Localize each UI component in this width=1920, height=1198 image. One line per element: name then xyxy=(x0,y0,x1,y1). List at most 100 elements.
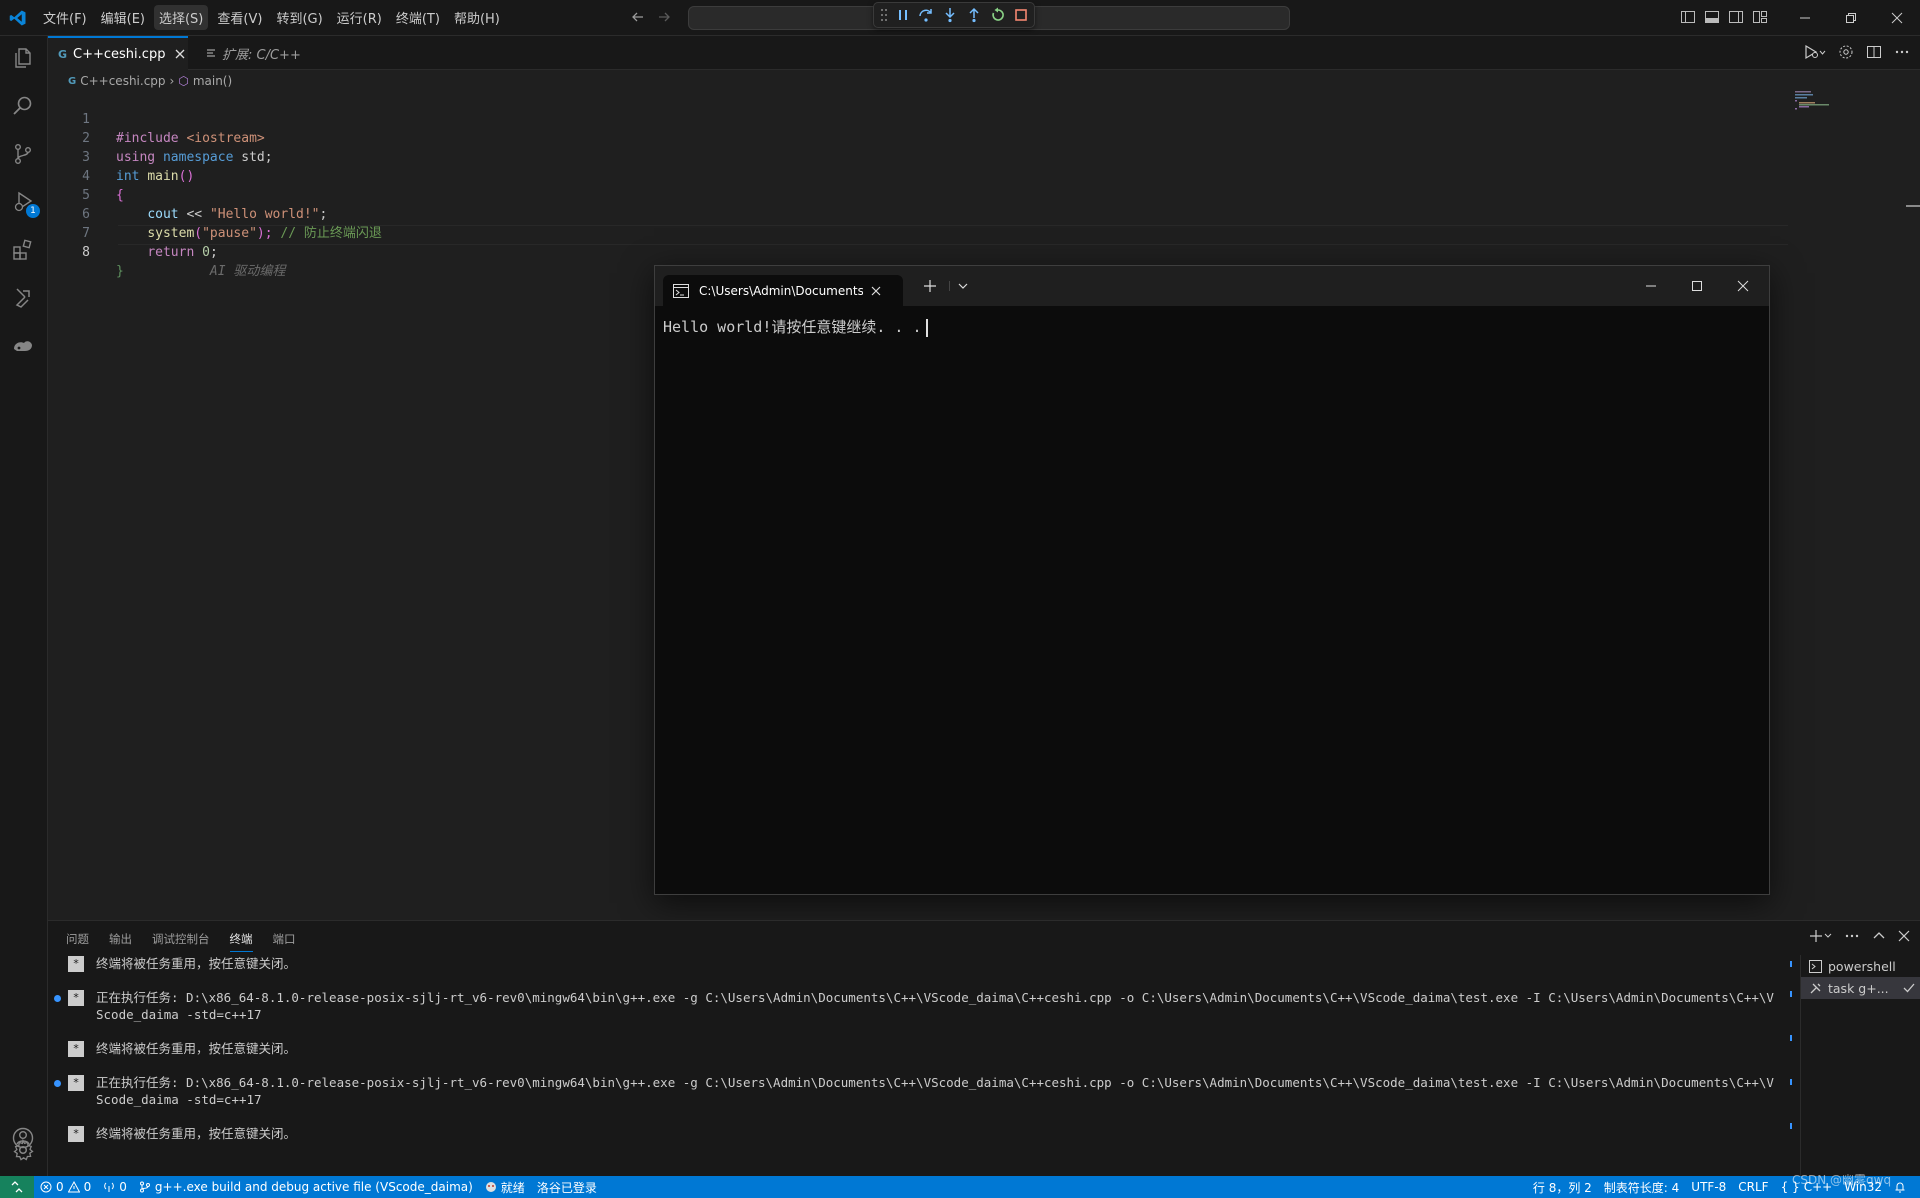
terminal-list-item-powershell[interactable]: powershell xyxy=(1801,955,1920,977)
menu-file[interactable]: 文件(F) xyxy=(38,5,92,30)
problems-status[interactable]: 0 0 xyxy=(34,1180,97,1194)
cursor-position[interactable]: 行 8，列 2 xyxy=(1527,1179,1598,1196)
customize-layout-icon[interactable] xyxy=(1752,9,1768,25)
notifications-bell-icon[interactable] xyxy=(1888,1181,1912,1193)
encoding[interactable]: UTF-8 xyxy=(1685,1180,1732,1194)
back-arrow-icon[interactable] xyxy=(630,9,646,25)
minimize-icon[interactable] xyxy=(1782,0,1828,35)
more-actions-icon[interactable] xyxy=(1894,44,1910,60)
activity-bar: 1 xyxy=(0,36,48,1176)
menu-help[interactable]: 帮助(H) xyxy=(449,5,505,30)
terminal-tab[interactable]: C:\Users\Admin\Documents\C xyxy=(663,275,903,306)
menu-run[interactable]: 运行(R) xyxy=(332,5,387,30)
toggle-secondary-sidebar-icon[interactable] xyxy=(1728,9,1744,25)
manage-gear-icon[interactable] xyxy=(11,1138,35,1162)
menu-bar: 文件(F) 编辑(E) 选择(S) 查看(V) 转到(G) 运行(R) 终端(T… xyxy=(38,0,509,35)
close-panel-icon[interactable] xyxy=(1898,930,1910,942)
step-over-icon[interactable] xyxy=(918,7,934,23)
tab-terminal[interactable]: 终端 xyxy=(229,931,253,952)
pause-icon[interactable] xyxy=(896,8,910,22)
tab-output[interactable]: 输出 xyxy=(109,931,132,952)
end-of-line[interactable]: CRLF xyxy=(1732,1180,1774,1194)
terminal-line-text: 终端将被任务重用，按任意键关闭。 xyxy=(96,956,297,971)
menu-go[interactable]: 转到(G) xyxy=(271,5,327,30)
code-line: 8 } AI 驱动编程 xyxy=(48,224,1788,279)
minimap[interactable] xyxy=(1793,90,1913,110)
tab-debug-console[interactable]: 调试控制台 xyxy=(152,931,210,952)
restart-icon[interactable] xyxy=(990,7,1006,23)
split-editor-icon[interactable] xyxy=(1866,44,1882,60)
debug-badge: 1 xyxy=(26,204,40,218)
remote-explorer-icon[interactable] xyxy=(11,334,35,358)
drag-handle-icon[interactable] xyxy=(880,8,888,22)
step-out-icon[interactable] xyxy=(966,7,982,23)
maximize-icon[interactable] xyxy=(1691,280,1703,292)
external-terminal-window: C:\Users\Admin\Documents\C Hello world!请… xyxy=(654,265,1770,895)
ports-status[interactable]: 0 xyxy=(97,1180,133,1194)
breadcrumb-symbol[interactable]: main() xyxy=(193,74,232,88)
text-cursor xyxy=(925,318,928,337)
close-tab-icon[interactable] xyxy=(175,49,185,59)
indentation[interactable]: 制表符长度: 4 xyxy=(1598,1179,1686,1196)
toggle-primary-sidebar-icon[interactable] xyxy=(1680,9,1696,25)
menu-view[interactable]: 查看(V) xyxy=(212,5,267,30)
cpp-file-icon: G xyxy=(68,75,77,87)
vscode-logo-icon xyxy=(9,9,27,27)
extensions-icon[interactable] xyxy=(11,238,35,262)
gear-icon[interactable] xyxy=(1838,44,1854,60)
tab-problems[interactable]: 问题 xyxy=(66,931,89,952)
tools-icon xyxy=(1809,982,1822,995)
code-token: 0 xyxy=(202,245,210,260)
error-count: 0 xyxy=(56,1180,64,1194)
toggle-panel-icon[interactable] xyxy=(1704,9,1720,25)
breadcrumb-file[interactable]: C++ceshi.cpp xyxy=(80,74,165,88)
step-into-icon[interactable] xyxy=(942,7,958,23)
navigation-arrows xyxy=(630,9,672,25)
search-icon[interactable] xyxy=(11,94,35,118)
close-tab-icon[interactable] xyxy=(871,286,881,296)
breadcrumb: G C++ceshi.cpp › ⬡ main() xyxy=(68,72,232,90)
maximize-panel-chevron-up-icon[interactable] xyxy=(1872,929,1886,943)
stop-icon[interactable] xyxy=(1014,8,1028,22)
code-line: 6 system("pause"); // 防止终端闪退 xyxy=(48,186,1788,241)
source-control-icon[interactable] xyxy=(11,142,35,166)
task-marker-icon: * xyxy=(68,1041,84,1057)
terminal-list-item-task[interactable]: task g+... xyxy=(1801,977,1920,999)
panel-actions xyxy=(1810,929,1910,943)
task-status[interactable]: g++.exe build and debug active file (VSc… xyxy=(133,1180,479,1194)
tab-cpp-file[interactable]: G C++ceshi.cpp xyxy=(48,36,188,70)
command-decoration-dot[interactable] xyxy=(54,1080,61,1087)
run-code-icon[interactable] xyxy=(1804,44,1826,60)
tab-extension-cpp[interactable]: 扩展: C/C++ xyxy=(196,36,336,70)
luogu-login-status[interactable]: 洛谷已登录 xyxy=(531,1179,603,1196)
tab-ports[interactable]: 端口 xyxy=(273,931,296,952)
close-window-icon[interactable] xyxy=(1874,0,1920,35)
task-marker-icon: * xyxy=(68,956,84,972)
line-number: 8 xyxy=(82,245,90,260)
terminal-titlebar: C:\Users\Admin\Documents\C xyxy=(655,266,1769,306)
more-actions-icon[interactable] xyxy=(1844,929,1860,943)
code-editor[interactable]: 1 #include <iostream> 2 using namespace … xyxy=(48,91,1788,279)
luogu-ready-status[interactable]: 就绪 xyxy=(479,1179,531,1196)
menu-edit[interactable]: 编辑(E) xyxy=(96,5,150,30)
tab-dropdown-chevron-icon[interactable] xyxy=(949,281,968,291)
task-marker-icon: * xyxy=(68,1126,84,1142)
testing-icon[interactable] xyxy=(11,286,35,310)
forward-arrow-icon[interactable] xyxy=(656,9,672,25)
menu-terminal[interactable]: 终端(T) xyxy=(391,5,445,30)
explorer-icon[interactable] xyxy=(11,46,35,70)
new-terminal-plus-icon[interactable] xyxy=(1810,929,1832,943)
restore-icon[interactable] xyxy=(1828,0,1874,35)
terminal-output[interactable]: Hello world!请按任意键继续. . . xyxy=(663,316,928,337)
minimize-icon[interactable] xyxy=(1645,280,1657,292)
watermark: CSDN @幽雾qwq xyxy=(1792,1173,1892,1187)
new-tab-plus-icon[interactable] xyxy=(923,279,937,293)
menu-selection[interactable]: 选择(S) xyxy=(153,5,209,30)
close-window-icon[interactable] xyxy=(1737,280,1749,292)
command-decoration-dot[interactable] xyxy=(54,995,61,1002)
terminal-list: powershell task g+... xyxy=(1800,955,1920,1177)
terminal-line-text: 终端将被任务重用，按任意键关闭。 xyxy=(96,1041,297,1056)
extension-preview-icon xyxy=(206,48,216,58)
remote-indicator-icon[interactable] xyxy=(0,1176,34,1198)
code-token: ; xyxy=(209,245,218,260)
